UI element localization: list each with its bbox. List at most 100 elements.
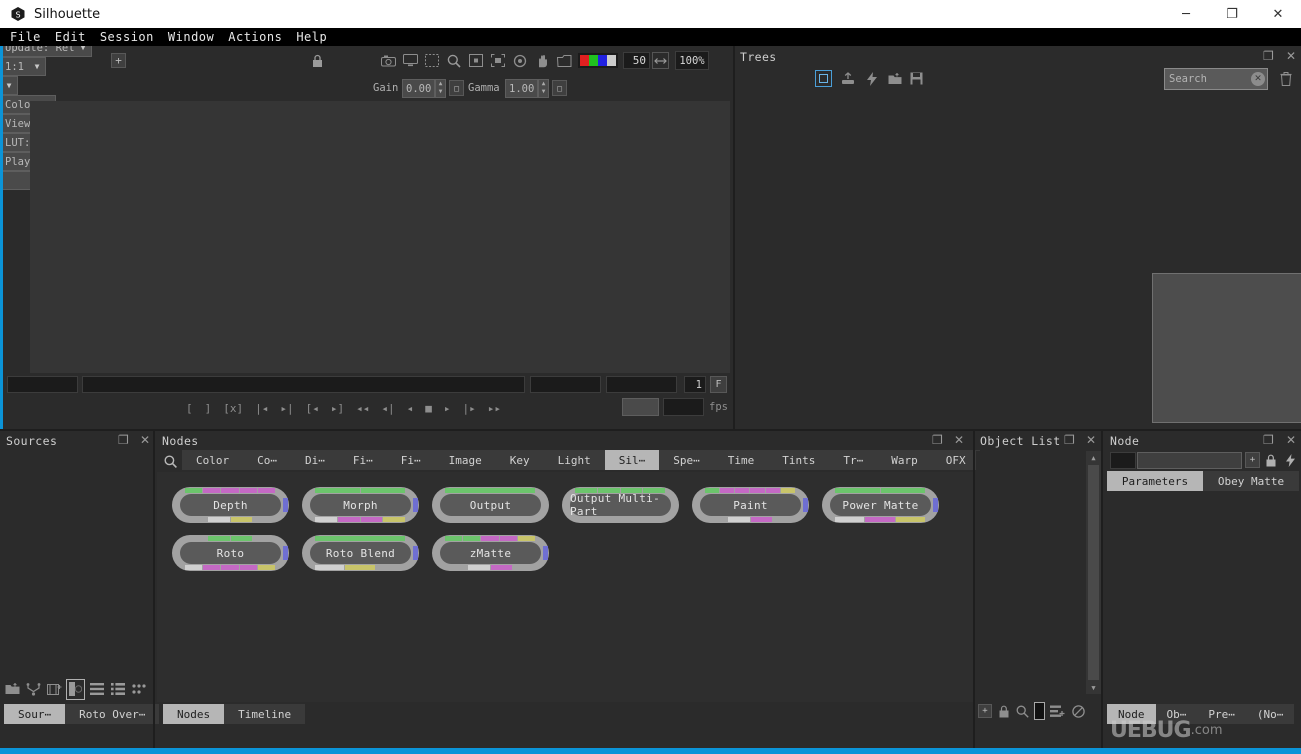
object-list-scrollbar[interactable]: ▲ ▼ xyxy=(1086,451,1101,694)
camera-icon[interactable] xyxy=(379,52,397,69)
close-icon[interactable]: ✕ xyxy=(1286,49,1296,63)
lock-icon[interactable] xyxy=(1264,452,1278,469)
node-category-tab-12[interactable]: Tr⋯ xyxy=(829,450,878,470)
node-category-tab-9[interactable]: Spe⋯ xyxy=(659,450,714,470)
marquee-icon[interactable] xyxy=(423,52,441,69)
transport-button-3[interactable]: |◂ xyxy=(255,402,268,415)
node-name-prefix-field[interactable] xyxy=(1110,452,1136,469)
close-icon[interactable]: ✕ xyxy=(1286,433,1296,447)
color-swatch-icon[interactable] xyxy=(1034,702,1045,720)
fps-field-a[interactable] xyxy=(622,398,659,416)
film-add-icon[interactable] xyxy=(45,680,64,699)
lightning-icon[interactable] xyxy=(863,70,880,87)
node-category-tab-3[interactable]: Fi⋯ xyxy=(338,450,387,470)
gain-reset-button[interactable]: □ xyxy=(449,80,464,96)
node-bottom-tab-0[interactable]: Node xyxy=(1107,704,1156,724)
close-button[interactable]: ✕ xyxy=(1255,0,1301,28)
frame-number-field[interactable]: 50 xyxy=(623,52,650,69)
node-param-tab-1[interactable]: Obey Matte xyxy=(1203,471,1299,491)
monitor-icon[interactable] xyxy=(401,52,419,69)
transport-button-7[interactable]: ◂◂ xyxy=(356,402,369,415)
node-category-tab-6[interactable]: Key xyxy=(495,450,544,470)
float-panel-icon[interactable]: ❐ xyxy=(118,433,129,447)
sources-list[interactable] xyxy=(0,451,153,674)
transport-button-12[interactable]: |▸ xyxy=(463,402,476,415)
node-category-tab-10[interactable]: Time xyxy=(713,450,769,470)
maximize-button[interactable]: ❐ xyxy=(1209,0,1255,28)
magnifier-icon[interactable] xyxy=(445,52,463,69)
nodes-bottom-tab-1[interactable]: Timeline xyxy=(224,704,306,724)
close-icon[interactable]: ✕ xyxy=(140,433,150,447)
node-box-icon[interactable] xyxy=(815,70,832,87)
grid-view-icon[interactable] xyxy=(129,680,148,699)
node-category-tab-11[interactable]: Tints xyxy=(768,450,830,470)
minimize-button[interactable]: ─ xyxy=(1163,0,1209,28)
current-frame-field[interactable]: 1 xyxy=(684,376,706,393)
node-bottom-tab-2[interactable]: Pre⋯ xyxy=(1197,704,1246,724)
timeline-range-field[interactable] xyxy=(606,376,677,393)
transport-button-4[interactable]: ▸| xyxy=(280,402,293,415)
frame-icon[interactable] xyxy=(555,52,573,69)
gain-stepper[interactable]: ▲ ▼ xyxy=(435,79,446,98)
transport-button-2[interactable]: [x] xyxy=(223,402,243,415)
menu-item-window[interactable]: Window xyxy=(168,30,214,44)
fit-screen-icon[interactable] xyxy=(489,52,507,69)
export-icon[interactable] xyxy=(839,70,856,87)
import-media-icon[interactable] xyxy=(3,680,22,699)
add-icon[interactable]: + xyxy=(1245,452,1260,468)
orbit-icon[interactable] xyxy=(511,52,529,69)
transport-button-6[interactable]: ▸] xyxy=(331,402,344,415)
node-category-tab-1[interactable]: Co⋯ xyxy=(243,450,291,470)
transport-button-8[interactable]: ◂| xyxy=(381,402,394,415)
node-card[interactable]: Depth xyxy=(172,487,289,523)
node-bottom-tab-3[interactable]: (No⋯ xyxy=(1245,704,1295,724)
node-card[interactable]: Roto xyxy=(172,535,289,571)
import-icon[interactable] xyxy=(886,70,903,87)
node-card[interactable]: Power Matte xyxy=(822,487,939,523)
node-bottom-tab-1[interactable]: Ob⋯ xyxy=(1155,704,1198,724)
menu-item-actions[interactable]: Actions xyxy=(228,30,282,44)
gain-field[interactable]: 0.00 xyxy=(402,79,435,98)
float-panel-icon[interactable]: ❐ xyxy=(1263,49,1274,63)
close-icon[interactable]: ✕ xyxy=(954,433,964,447)
magnifier-icon[interactable] xyxy=(1015,703,1030,719)
node-card[interactable]: zMatte xyxy=(432,535,549,571)
close-icon[interactable]: ✕ xyxy=(1086,433,1096,447)
menu-item-file[interactable]: File xyxy=(10,30,41,44)
node-card[interactable]: Roto Blend xyxy=(302,535,419,571)
clear-search-icon[interactable]: ✕ xyxy=(1251,72,1265,86)
float-panel-icon[interactable]: ❐ xyxy=(1064,433,1075,447)
menu-item-session[interactable]: Session xyxy=(100,30,154,44)
node-category-tab-2[interactable]: Di⋯ xyxy=(291,450,339,470)
node-param-tab-0[interactable]: Parameters xyxy=(1107,471,1203,491)
fit-width-icon[interactable] xyxy=(652,52,669,69)
node-name-field[interactable] xyxy=(1137,452,1242,469)
timeline-scrubber[interactable] xyxy=(82,376,525,393)
timeline-in-field[interactable] xyxy=(7,376,78,393)
fit-box-icon[interactable] xyxy=(467,52,485,69)
object-list-body[interactable] xyxy=(976,451,1086,694)
transport-button-9[interactable]: ◂ xyxy=(407,402,414,415)
float-panel-icon[interactable]: ❐ xyxy=(932,433,943,447)
node-category-tab-13[interactable]: Warp xyxy=(877,450,932,470)
layers-add-icon[interactable] xyxy=(1049,703,1066,719)
hierarchy-icon[interactable] xyxy=(24,680,43,699)
fps-field-b[interactable] xyxy=(663,398,704,416)
nodes-bottom-tab-0[interactable]: Nodes xyxy=(163,704,225,724)
lightning-icon[interactable] xyxy=(1283,452,1297,469)
node-card[interactable]: Paint xyxy=(692,487,809,523)
menu-item-edit[interactable]: Edit xyxy=(55,30,86,44)
chevron-down-icon[interactable]: ▼ xyxy=(1086,681,1101,694)
lock-icon[interactable] xyxy=(311,52,324,69)
chevron-up-icon[interactable]: ▲ xyxy=(1086,451,1101,464)
zoom-level-field[interactable]: 100% xyxy=(675,51,709,70)
lock-icon[interactable] xyxy=(996,703,1011,719)
transport-button-0[interactable]: [ xyxy=(186,402,193,415)
sources-tab-0[interactable]: Sour⋯ xyxy=(4,704,66,724)
list-view-icon[interactable] xyxy=(87,680,106,699)
transport-button-10[interactable]: ■ xyxy=(425,402,432,415)
scrollbar-thumb[interactable] xyxy=(1088,465,1099,680)
thumbnail-view-icon[interactable] xyxy=(66,678,85,700)
node-category-tab-4[interactable]: Fi⋯ xyxy=(386,450,435,470)
gamma-reset-button[interactable]: □ xyxy=(552,80,567,96)
